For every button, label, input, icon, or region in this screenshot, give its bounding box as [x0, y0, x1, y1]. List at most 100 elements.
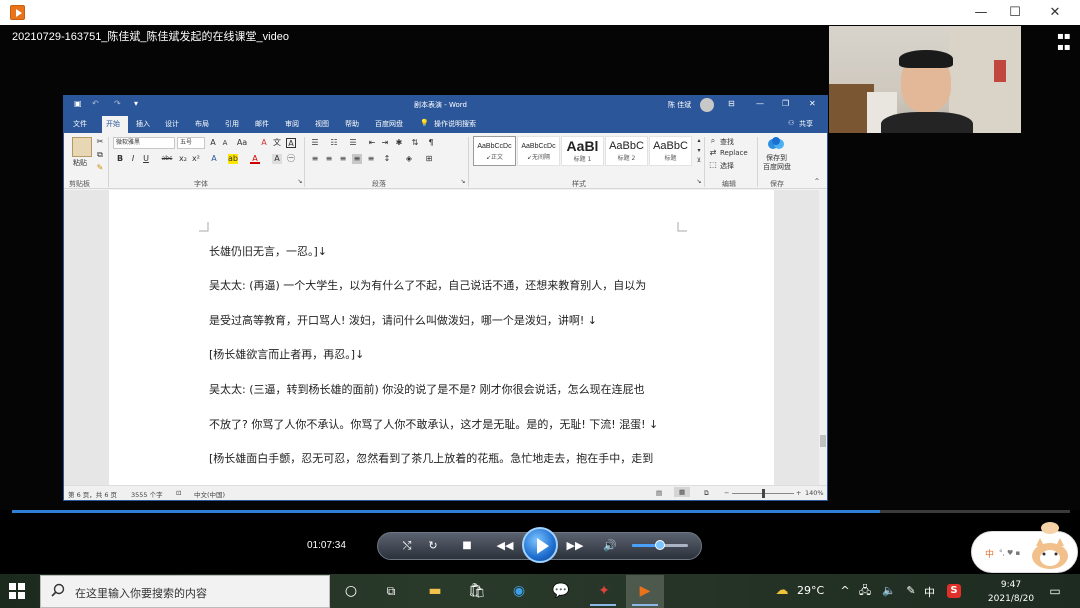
notification-icon[interactable]: ▭ — [1044, 580, 1066, 602]
cortana-icon[interactable]: ○ — [340, 580, 362, 602]
pen-icon[interactable]: ✎ — [900, 580, 922, 602]
baidu-cloud-icon[interactable] — [767, 136, 785, 150]
save-to-baidu-label-2[interactable]: 百度网盘 — [763, 162, 791, 172]
ime-punct-icon[interactable]: °, ♥ ▪ — [999, 549, 1020, 557]
styles-dialog-icon[interactable]: ↘ — [694, 177, 704, 187]
search-input[interactable]: 在这里输入你要搜索的内容 — [75, 585, 207, 601]
print-layout-icon[interactable]: ▦ — [674, 487, 691, 497]
phonetic-icon[interactable]: 文 — [272, 138, 282, 148]
weather-icon[interactable]: ☁ — [771, 580, 793, 602]
align-left-icon[interactable]: ≡ — [310, 154, 320, 164]
paste-icon[interactable] — [72, 137, 92, 157]
shading-icon[interactable]: ◈ — [404, 154, 414, 164]
paragraph[interactable]: 吴太太: (再逼) 一个大学生，以为有什么了不起，自己说话不通，还想来教育别人，… — [209, 279, 646, 293]
enclose-char-icon[interactable]: ㊀ — [286, 154, 296, 164]
bold-icon[interactable]: B — [115, 154, 125, 164]
language-status[interactable]: 中文(中国) — [194, 489, 225, 499]
wechat-icon[interactable]: 💬 — [550, 580, 572, 602]
word-minimize-button[interactable]: — — [756, 99, 764, 108]
clear-format-icon[interactable]: A — [259, 138, 269, 148]
grid-icon[interactable]: ▪▪ ▪▪ — [1057, 31, 1071, 53]
font-size-select[interactable]: 五号 — [177, 137, 205, 149]
tab-baidu[interactable]: 百度网盘 — [375, 119, 403, 129]
cut-icon[interactable]: ✂ — [95, 137, 105, 147]
font-name-select[interactable]: 微软雅黑 — [113, 137, 175, 149]
tab-home[interactable]: 开始 — [106, 119, 120, 129]
paste-button[interactable]: 粘贴 — [73, 158, 87, 168]
vertical-scrollbar[interactable] — [819, 190, 827, 485]
styles-scroll-up-icon[interactable]: ▴ — [694, 136, 704, 146]
highlight-icon[interactable]: ab — [228, 154, 238, 164]
ime-mode[interactable]: 中 — [985, 547, 994, 560]
styles-more-icon[interactable]: ⊻ — [694, 156, 704, 166]
paragraph[interactable]: [杨长雄面白手颤，忍无可忍，忽然看到了茶几上放着的花瓶。急忙地走去，抱在手中，走… — [209, 452, 653, 466]
show-marks-icon[interactable]: ¶ — [426, 138, 436, 148]
sort-icon[interactable]: ⇅ — [410, 138, 420, 148]
increase-indent-icon[interactable]: ⇥ — [380, 138, 390, 148]
style-heading-2[interactable]: AaBbC 标题 2 — [605, 136, 648, 166]
tab-layout[interactable]: 布局 — [195, 119, 209, 129]
previous-button[interactable]: ◀◀ — [494, 538, 516, 554]
repeat-icon[interactable]: ↻ — [424, 538, 442, 554]
volume-icon[interactable]: 🔊 — [601, 538, 619, 554]
next-button[interactable]: ▶▶ — [564, 538, 586, 554]
save-icon[interactable]: ▣ — [74, 99, 82, 108]
text-effect-icon[interactable]: A — [209, 154, 219, 164]
zoom-level[interactable]: 140% — [805, 489, 824, 497]
line-spacing-icon[interactable]: ↕ — [382, 154, 392, 164]
document-page[interactable]: 长雄仍旧无言，一忍。]↓ 吴太太: (再逼) 一个大学生，以为有什么了不起，自己… — [109, 190, 774, 485]
zoom-in-button[interactable]: + — [796, 489, 801, 497]
maximize-button[interactable]: ☐ — [995, 0, 1035, 25]
stop-button[interactable]: ■ — [458, 538, 476, 554]
chinese-layout-icon[interactable]: ✱ — [394, 138, 404, 148]
tab-review[interactable]: 审阅 — [285, 119, 299, 129]
italic-icon[interactable]: I — [128, 154, 138, 164]
superscript-icon[interactable]: x² — [191, 154, 201, 164]
weather-temp[interactable]: 29°C — [797, 584, 824, 597]
close-button[interactable]: ✕ — [1035, 0, 1075, 25]
select-button[interactable]: 选择 — [720, 161, 734, 171]
undo-icon[interactable]: ↶ — [92, 99, 99, 108]
task-view-icon[interactable]: ⧉ — [380, 580, 402, 602]
style-no-spacing[interactable]: AaBbCcDc ↙无间隔 — [517, 136, 560, 166]
paragraph-dialog-icon[interactable]: ↘ — [458, 177, 468, 187]
paragraph[interactable]: 是受过高等教育，开口骂人! 泼妇，请问什么叫做泼妇，哪一个是泼妇，讲啊! ↓ — [209, 314, 597, 328]
collapse-ribbon-icon[interactable]: ^ — [812, 177, 822, 187]
tab-mailings[interactable]: 邮件 — [255, 119, 269, 129]
word-restore-button[interactable]: ❐ — [782, 99, 789, 108]
store-icon[interactable]: 🛍 — [466, 580, 488, 602]
decrease-indent-icon[interactable]: ⇤ — [367, 138, 377, 148]
shuffle-icon[interactable]: ⤭ — [398, 538, 416, 554]
paragraph[interactable]: 吴太太: (三逼，转到杨长雄的面前) 你没的说了是不是? 刚才你很会说话，怎么现… — [209, 383, 645, 397]
format-painter-icon[interactable]: ✎ — [95, 163, 105, 173]
paragraph[interactable]: 不放了? 你骂了人你不承认。你骂了人你不敢承认，这才是无耻。是的，无耻! 下流!… — [209, 418, 658, 432]
style-heading-1[interactable]: AaBl 标题 1 — [561, 136, 604, 166]
align-center-icon[interactable]: ≡ — [324, 154, 334, 164]
bullets-icon[interactable]: ☰ — [310, 138, 320, 148]
ime-tray-indicator[interactable]: 中 — [924, 584, 935, 600]
char-shading-icon[interactable]: A — [272, 154, 282, 164]
volume-knob[interactable] — [655, 540, 665, 550]
file-explorer-icon[interactable]: ▬ — [424, 580, 446, 602]
network-icon[interactable]: 🖧 — [854, 580, 876, 602]
tab-file[interactable]: 文件 — [73, 119, 87, 129]
style-title[interactable]: AaBbC 标题 — [649, 136, 692, 166]
strikethrough-icon[interactable]: abc — [160, 154, 174, 164]
copy-icon[interactable]: ⧉ — [95, 150, 105, 160]
tray-clock[interactable]: 9:47 2021/8/20 — [985, 578, 1037, 606]
ribbon-display-icon[interactable]: ⊟ — [728, 99, 735, 108]
multilevel-icon[interactable]: ☰ — [348, 138, 358, 148]
numbering-icon[interactable]: ☷ — [329, 138, 339, 148]
grow-font-icon[interactable]: A — [208, 138, 218, 148]
edge-icon[interactable]: ◉ — [508, 580, 530, 602]
paragraph[interactable]: 长雄仍旧无言，一忍。]↓ — [209, 245, 327, 259]
font-color-icon[interactable]: A — [250, 154, 260, 164]
find-button[interactable]: 查找 — [720, 137, 734, 147]
proofing-icon[interactable]: ⊡ — [176, 489, 181, 497]
play-button[interactable] — [522, 527, 558, 563]
replace-button[interactable]: Replace — [720, 149, 748, 157]
char-border-icon[interactable]: A — [286, 138, 296, 148]
word-count[interactable]: 3555 个字 — [131, 489, 163, 499]
tab-references[interactable]: 引用 — [225, 119, 239, 129]
speaker-icon[interactable]: 🔈 — [878, 580, 900, 602]
